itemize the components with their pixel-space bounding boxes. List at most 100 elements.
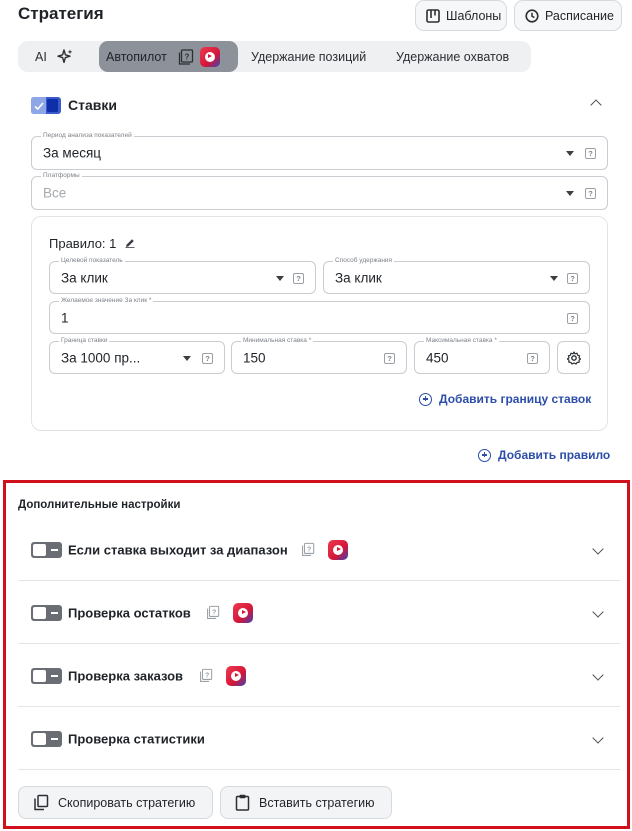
help-icon[interactable]: ? (384, 352, 395, 364)
help-icon[interactable]: ? (585, 148, 596, 159)
min-bid-value: 150 (243, 350, 266, 365)
board-icon (426, 8, 440, 23)
target-metric-value: За клик (61, 270, 108, 285)
out-of-range-toggle[interactable] (31, 541, 62, 558)
tab-autopilot[interactable]: Автопилот ? (99, 41, 238, 72)
dropdown-arrow-icon (183, 355, 191, 361)
help-doc-icon[interactable]: ? (301, 542, 315, 557)
analysis-period-label: Период анализа показателей (41, 132, 134, 140)
tab-ai-label: AI (35, 49, 47, 64)
help-doc-icon: ? (178, 48, 193, 65)
plus-circle-icon (419, 392, 432, 406)
help-icon[interactable]: ? (585, 188, 596, 199)
copy-strategy-button[interactable]: Скопировать стратегию (18, 786, 213, 819)
accordion-stats-check[interactable]: Проверка статистики (18, 708, 620, 770)
collapse-chevron-up-icon[interactable] (590, 99, 602, 111)
clipboard-icon (235, 794, 250, 811)
add-bid-boundary-link[interactable]: Добавить границу ставок (419, 392, 591, 406)
chevron-down-icon[interactable] (592, 605, 604, 618)
hold-method-label: Способ удержания (333, 257, 395, 265)
video-tutorial-icon[interactable] (199, 46, 220, 67)
help-icon[interactable]: ? (567, 312, 578, 324)
min-bid-input[interactable]: Минимальная ставка * 150 ? (231, 337, 407, 374)
add-bid-boundary-label: Добавить границу ставок (439, 392, 592, 406)
strategy-tabs: AI Автопилот ? Удержание позиций Удержан… (18, 41, 531, 72)
dropdown-arrow-icon (566, 191, 574, 196)
check-icon (34, 102, 44, 111)
sparkle-icon (57, 48, 73, 63)
paste-strategy-button[interactable]: Вставить стратегию (220, 786, 392, 819)
stats-check-toggle[interactable] (31, 730, 62, 747)
bids-label: Ставки (68, 97, 117, 113)
accordion-label: Проверка заказов (68, 668, 184, 683)
analysis-period-value: За месяц (43, 145, 101, 161)
schedule-button[interactable]: Расписание (514, 0, 622, 31)
dropdown-arrow-icon (550, 275, 558, 281)
tab-hold-reach-label: Удержание охватов (396, 49, 510, 64)
rule-title-text: Правило: 1 (49, 236, 117, 251)
dropdown-arrow-icon (276, 275, 284, 281)
min-bid-label: Минимальная ставка * (241, 337, 314, 345)
copy-strategy-label: Скопировать стратегию (58, 795, 196, 810)
help-icon[interactable]: ? (202, 352, 213, 364)
desired-value-value: 1 (61, 310, 69, 325)
target-metric-select[interactable]: Целевой показатель За клик ? (49, 257, 316, 294)
advanced-settings-title: Дополнительные настройки (18, 499, 181, 511)
platforms-select[interactable]: Платформы Все ? (31, 172, 608, 210)
add-rule-link[interactable]: Добавить правило (478, 448, 610, 462)
bid-boundary-select[interactable]: Граница ставки За 1000 пр... ? (49, 337, 225, 374)
templates-button[interactable]: Шаблоны (415, 0, 507, 31)
platforms-value: Все (43, 185, 67, 201)
video-tutorial-icon[interactable] (226, 665, 246, 686)
accordion-label: Проверка статистики (68, 731, 205, 746)
help-icon[interactable]: ? (567, 272, 578, 284)
stock-check-toggle[interactable] (31, 604, 62, 621)
bids-checkbox[interactable] (31, 97, 61, 114)
chevron-down-icon[interactable] (592, 731, 604, 744)
plus-circle-icon (478, 448, 491, 462)
help-doc-icon[interactable]: ? (199, 668, 213, 683)
hold-method-select[interactable]: Способ удержания За клик ? (323, 257, 590, 294)
templates-label: Шаблоны (446, 8, 502, 23)
accordion-out-of-range[interactable]: Если ставка выходит за диапазон ? (18, 519, 620, 581)
video-tutorial-icon[interactable] (233, 602, 253, 623)
svg-text:?: ? (184, 52, 189, 61)
svg-text:?: ? (212, 609, 216, 616)
hold-method-value: За клик (335, 270, 382, 285)
accordion-label: Проверка остатков (68, 605, 191, 620)
schedule-label: Расписание (545, 8, 614, 23)
max-bid-value: 450 (426, 350, 449, 365)
chevron-down-icon[interactable] (592, 542, 604, 555)
bid-boundary-value: За 1000 пр... (61, 350, 141, 365)
max-bid-label: Максимальная ставка * (424, 337, 499, 345)
bid-settings-button[interactable] (557, 341, 590, 374)
copy-icon (34, 794, 49, 811)
tab-hold-positions[interactable]: Удержание позиций (251, 41, 366, 72)
max-bid-input[interactable]: Максимальная ставка * 450 ? (414, 337, 550, 374)
desired-value-input[interactable]: Желаемое значение За клик * 1 ? (49, 297, 590, 334)
add-rule-label: Добавить правило (498, 448, 611, 462)
bid-boundary-label: Граница ставки (59, 337, 110, 345)
page-title: Стратегия (18, 4, 104, 23)
help-icon[interactable]: ? (527, 352, 538, 364)
paste-strategy-label: Вставить стратегию (259, 795, 375, 810)
svg-text:?: ? (307, 546, 311, 553)
tab-hold-positions-label: Удержание позиций (251, 49, 367, 64)
tab-ai[interactable]: AI (35, 41, 74, 72)
help-doc-icon[interactable]: ? (206, 605, 220, 620)
accordion-stock-check[interactable]: Проверка остатков ? (18, 582, 620, 644)
help-icon[interactable]: ? (293, 272, 304, 284)
target-metric-label: Целевой показатель (59, 257, 125, 265)
chevron-down-icon[interactable] (592, 668, 604, 681)
edit-pencil-icon[interactable] (124, 237, 136, 249)
tab-hold-reach[interactable]: Удержание охватов (396, 41, 509, 72)
tab-autopilot-label: Автопилот (106, 49, 167, 64)
orders-check-toggle[interactable] (31, 667, 62, 684)
rule-title: Правило: 1 (49, 236, 136, 251)
gear-icon (566, 350, 581, 365)
accordion-orders-check[interactable]: Проверка заказов ? (18, 645, 620, 707)
analysis-period-select[interactable]: Период анализа показателей За месяц ? (31, 132, 608, 170)
platforms-label: Платформы (41, 172, 82, 180)
clock-icon (525, 8, 539, 23)
video-tutorial-icon[interactable] (328, 539, 348, 560)
